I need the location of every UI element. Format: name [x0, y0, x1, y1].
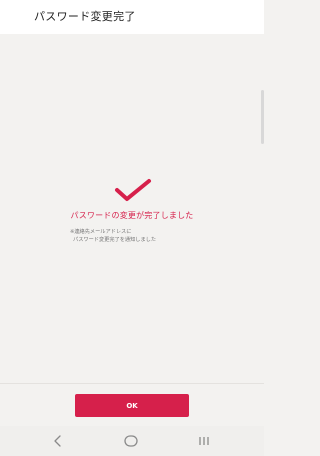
- success-message: パスワードの変更が完了しました: [70, 211, 194, 220]
- footer-divider: [0, 383, 264, 384]
- ok-button[interactable]: OK: [75, 394, 189, 417]
- back-icon[interactable]: [51, 434, 65, 448]
- home-icon[interactable]: [124, 434, 138, 448]
- checkmark-icon: [115, 179, 151, 201]
- recents-icon[interactable]: [197, 434, 211, 448]
- note-line-2: パスワード変更完了を通知しました: [73, 237, 157, 243]
- page-title: パスワード変更完了: [34, 10, 136, 23]
- header-bar: パスワード変更完了: [0, 0, 264, 34]
- password-change-complete-screen: パスワード変更完了 パスワードの変更が完了しました ※連絡先メールアドレスに パ…: [0, 0, 264, 456]
- edge-panel-handle[interactable]: [261, 90, 264, 144]
- system-navigation-bar: [0, 426, 264, 456]
- notification-note: ※連絡先メールアドレスに パスワード変更完了を通知しました: [70, 228, 240, 244]
- note-line-1: ※連絡先メールアドレスに: [70, 229, 132, 235]
